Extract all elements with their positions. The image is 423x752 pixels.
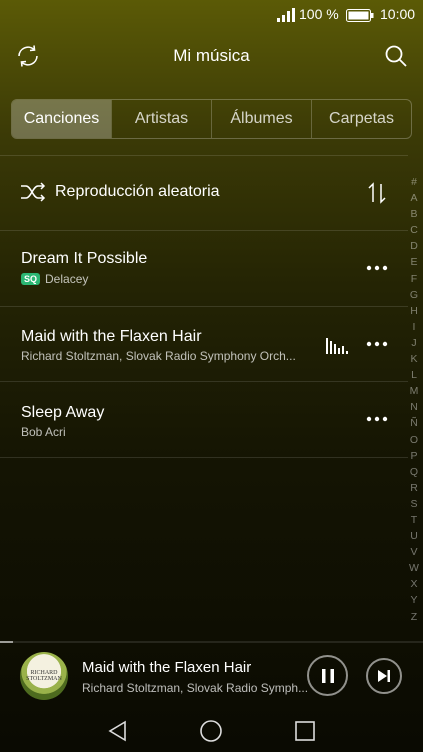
index-letter[interactable]: Ñ [405, 415, 423, 431]
index-letter[interactable]: A [405, 190, 423, 206]
now-playing-artist: Richard Stoltzman, Slovak Radio Symph... [82, 681, 309, 695]
index-letter[interactable]: S [405, 496, 423, 512]
battery-icon [346, 9, 374, 22]
index-letter[interactable]: E [405, 254, 423, 270]
shuffle-icon [21, 182, 46, 202]
song-title: Maid with the Flaxen Hair [21, 328, 202, 345]
index-letter[interactable]: # [405, 174, 423, 190]
index-letter[interactable]: B [405, 206, 423, 222]
index-letter[interactable]: Z [405, 609, 423, 625]
index-letter[interactable]: Q [405, 464, 423, 480]
tab-canciones[interactable]: Canciones [12, 100, 111, 138]
battery-percent: 100 % [299, 6, 339, 22]
now-playing-title[interactable]: Maid with the Flaxen Hair [82, 659, 251, 676]
divider [0, 457, 408, 458]
song-artist: Richard Stoltzman, Slovak Radio Symphony… [21, 349, 296, 363]
pause-button[interactable] [307, 655, 348, 696]
home-icon[interactable] [199, 719, 223, 743]
search-icon[interactable] [383, 43, 409, 69]
index-letter[interactable]: I [405, 319, 423, 335]
album-art[interactable]: RICHARD STOLTZMAN [20, 652, 68, 700]
next-button[interactable] [366, 658, 402, 694]
back-icon[interactable] [107, 720, 129, 742]
index-letter[interactable]: L [405, 367, 423, 383]
index-letter[interactable]: D [405, 238, 423, 254]
song-artist: Bob Acri [21, 425, 66, 439]
sq-badge: SQ [21, 273, 41, 285]
index-letter[interactable]: J [405, 335, 423, 351]
tab-albumes[interactable]: Álbumes [211, 100, 311, 138]
status-bar: 100 % 10:00 [0, 0, 423, 30]
index-letter[interactable]: G [405, 287, 423, 303]
song-artist-line: SQ Delacey [21, 272, 88, 286]
index-letter[interactable]: X [405, 576, 423, 592]
alphabet-index[interactable]: # A B C D E F G H I J K L M N Ñ O P Q R S T U V W X Y Z [405, 174, 423, 625]
song-title: Sleep Away [21, 404, 105, 421]
index-letter[interactable]: C [405, 222, 423, 238]
index-letter[interactable]: T [405, 512, 423, 528]
recents-icon[interactable] [294, 720, 316, 742]
index-letter[interactable]: W [405, 560, 423, 576]
skip-next-icon [378, 670, 390, 682]
more-icon[interactable] [366, 414, 388, 424]
song-artist: Delacey [45, 272, 89, 286]
index-letter[interactable]: R [405, 480, 423, 496]
index-letter[interactable]: O [405, 432, 423, 448]
signal-icon [277, 8, 295, 22]
equalizer-icon [326, 338, 348, 354]
index-letter[interactable]: K [405, 351, 423, 367]
song-title: Dream It Possible [21, 250, 148, 267]
index-letter[interactable]: Y [405, 592, 423, 608]
playback-progress[interactable] [0, 641, 423, 643]
index-letter[interactable]: N [405, 399, 423, 415]
index-letter[interactable]: M [405, 383, 423, 399]
album-art-text: RICHARD STOLTZMAN [26, 670, 62, 682]
index-letter[interactable]: U [405, 528, 423, 544]
index-letter[interactable]: P [405, 448, 423, 464]
clock: 10:00 [380, 6, 416, 22]
tab-carpetas[interactable]: Carpetas [311, 100, 411, 138]
index-letter[interactable]: H [405, 303, 423, 319]
index-letter[interactable]: F [405, 271, 423, 287]
pause-icon [321, 668, 334, 683]
sort-icon[interactable] [366, 182, 388, 204]
tab-artistas[interactable]: Artistas [111, 100, 211, 138]
song-row[interactable] [0, 231, 408, 305]
index-letter[interactable]: V [405, 544, 423, 560]
page-title: Mi música [173, 46, 250, 65]
more-icon[interactable] [366, 263, 388, 273]
more-icon[interactable] [366, 339, 388, 349]
shuffle-label: Reproducción aleatoria [55, 183, 220, 200]
navigation-bar [0, 714, 423, 752]
playback-progress-fill [0, 641, 13, 643]
tab-bar: Canciones Artistas Álbumes Carpetas [11, 99, 412, 139]
